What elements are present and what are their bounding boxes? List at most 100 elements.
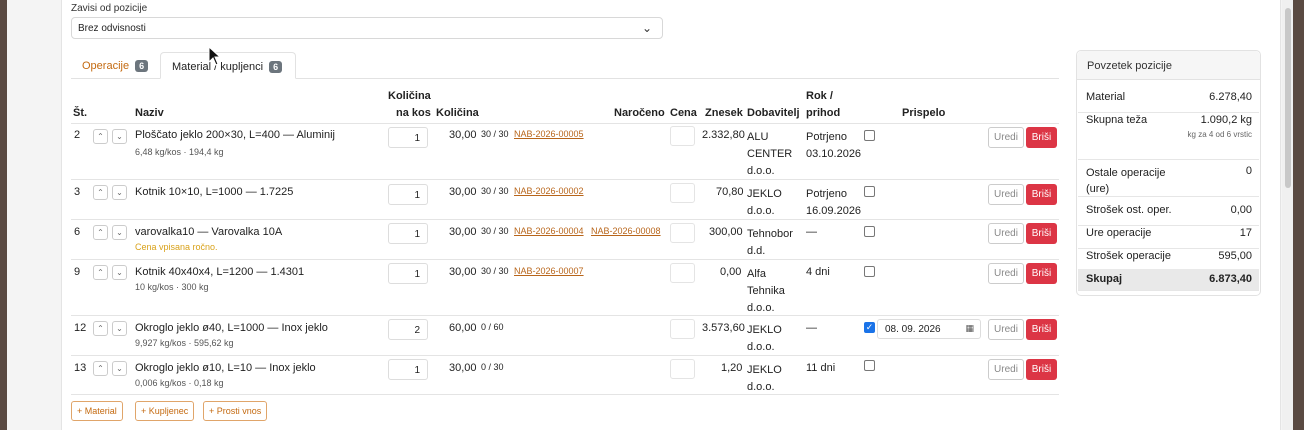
- price-input[interactable]: [670, 359, 695, 379]
- price-input[interactable]: [670, 126, 695, 146]
- quantity-per-piece-input[interactable]: 2: [388, 319, 428, 340]
- row-ordered: 0 / 60: [481, 322, 504, 332]
- row-amount: 1,20: [721, 362, 743, 374]
- tab-operacije[interactable]: Operacije 6: [71, 52, 159, 79]
- dependency-select[interactable]: Brez odvisnosti ⌄: [71, 17, 663, 39]
- price-input[interactable]: [670, 223, 695, 243]
- calendar-icon[interactable]: ▦: [965, 323, 974, 334]
- row-ordered: 0 / 30: [481, 362, 504, 372]
- quantity-per-piece-input[interactable]: 1: [388, 359, 428, 380]
- row-deadline: Potrjeno 16.09.2026: [806, 186, 861, 220]
- add-material-button[interactable]: + Material: [71, 401, 123, 421]
- col-header-kol-na-kos-2: na kos: [396, 107, 431, 119]
- quantity-per-piece-input[interactable]: 1: [388, 127, 428, 148]
- move-up-button[interactable]: ⌃: [93, 361, 108, 376]
- add-free-entry-button[interactable]: + Prosti vnos: [203, 401, 268, 421]
- quantity-per-piece-input[interactable]: 1: [388, 184, 428, 205]
- row-subtext: 10 kg/kos · 300 kg: [135, 282, 209, 292]
- edit-button[interactable]: Uredi: [988, 359, 1024, 380]
- arrived-checkbox[interactable]: [864, 266, 875, 277]
- row-subtext: 6,48 kg/kos · 194,4 kg: [135, 147, 224, 157]
- price-input[interactable]: [670, 263, 695, 283]
- summary-label: Ure operacije: [1086, 227, 1152, 239]
- deadline-line: 03.10.2026: [806, 148, 862, 160]
- edit-button[interactable]: Uredi: [988, 319, 1024, 340]
- move-down-button[interactable]: ⌄: [112, 129, 127, 144]
- scrollbar-thumb[interactable]: [1285, 8, 1291, 188]
- supplier-line: d.o.o.: [747, 205, 775, 217]
- row-amount: 70,80: [716, 186, 744, 198]
- move-up-button[interactable]: ⌃: [93, 129, 108, 144]
- edit-button[interactable]: Uredi: [988, 184, 1024, 205]
- price-input[interactable]: [670, 319, 695, 339]
- row-name: Okroglo jeklo ø10, L=10 — Inox jeklo: [135, 362, 316, 374]
- arrived-checkbox[interactable]: [864, 186, 875, 197]
- delete-button[interactable]: Briši: [1026, 127, 1057, 148]
- row-ordered: 30 / 30: [481, 266, 509, 276]
- col-header-cena: Cena: [670, 107, 697, 119]
- add-purchased-button[interactable]: + Kupljenec: [135, 401, 195, 421]
- move-down-button[interactable]: ⌄: [112, 361, 127, 376]
- mouse-cursor-icon: [208, 46, 222, 66]
- price-input[interactable]: [670, 183, 695, 203]
- order-link[interactable]: NAB-2026-00004: [514, 226, 584, 236]
- col-header-znesek: Znesek: [705, 107, 743, 119]
- row-subtext: 9,927 kg/kos · 595,62 kg: [135, 338, 234, 348]
- move-up-button[interactable]: ⌃: [93, 265, 108, 280]
- order-link[interactable]: NAB-2026-00005: [514, 129, 584, 139]
- delete-button[interactable]: Briši: [1026, 359, 1057, 380]
- supplier-line: Alfa: [747, 268, 766, 280]
- order-link[interactable]: NAB-2026-00002: [514, 186, 584, 196]
- summary-row-material: Material 6.278,40: [1078, 91, 1259, 113]
- row-supplier: JEKLO d.o.o.: [747, 186, 782, 220]
- move-down-button[interactable]: ⌄: [112, 321, 127, 336]
- arrived-checkbox[interactable]: [864, 130, 875, 141]
- tab-operacije-count: 6: [135, 60, 149, 72]
- delete-button[interactable]: Briši: [1026, 223, 1057, 244]
- summary-row-other-ops: Ostale operacije (ure) 0: [1078, 165, 1259, 197]
- row-deadline: Potrjeno 03.10.2026: [806, 129, 861, 163]
- tab-material[interactable]: Material / kupljenci 6: [160, 52, 296, 79]
- col-header-kol-na-kos-1: Količina: [388, 90, 431, 102]
- row-number: 6: [74, 226, 81, 238]
- quantity-per-piece-input[interactable]: 1: [388, 263, 428, 284]
- summary-value: 0,00: [1230, 204, 1252, 216]
- summary-label: Ostale operacije (ure): [1086, 167, 1166, 195]
- delete-button[interactable]: Briši: [1026, 184, 1057, 205]
- summary-title: Povzetek pozicije: [1077, 51, 1260, 80]
- scrollbar[interactable]: [1282, 0, 1293, 430]
- row-amount: 300,00: [709, 226, 743, 238]
- row-divider: [71, 259, 1059, 260]
- arrival-date-input[interactable]: 08. 09. 2026 ▦: [877, 319, 981, 339]
- col-header-kolicina: Količina: [436, 107, 479, 119]
- arrived-checkbox[interactable]: ✓: [864, 322, 875, 333]
- row-quantity: 30,00: [449, 362, 477, 374]
- row-number: 2: [74, 129, 81, 141]
- summary-row-other-cost: Strošek ost. oper. 0,00: [1078, 204, 1259, 226]
- move-up-button[interactable]: ⌃: [93, 321, 108, 336]
- move-up-button[interactable]: ⌃: [93, 225, 108, 240]
- arrived-checkbox[interactable]: [864, 226, 875, 237]
- delete-button[interactable]: Briši: [1026, 319, 1057, 340]
- order-link[interactable]: NAB-2026-00008: [591, 226, 661, 236]
- summary-label: Material: [1086, 91, 1126, 103]
- row-name: Kotnik 10×10, L=1000 — 1.7225: [135, 186, 294, 198]
- row-supplier: JEKLO d.o.o.: [747, 322, 782, 356]
- arrived-checkbox[interactable]: [864, 360, 875, 371]
- move-up-button[interactable]: ⌃: [93, 185, 108, 200]
- supplier-line: CENTER: [747, 148, 793, 160]
- deadline-line: 16.09.2026: [806, 205, 862, 217]
- summary-value: 6.278,40: [1209, 91, 1252, 103]
- edit-button[interactable]: Uredi: [988, 263, 1024, 284]
- move-down-button[interactable]: ⌄: [112, 225, 127, 240]
- summary-value: 1.090,2 kg: [1200, 114, 1252, 126]
- row-supplier: ALU CENTER d.o.o.: [747, 129, 792, 180]
- row-name: Okroglo jeklo ø40, L=1000 — Inox jeklo: [135, 322, 328, 334]
- order-link[interactable]: NAB-2026-00007: [514, 266, 584, 276]
- move-down-button[interactable]: ⌄: [112, 265, 127, 280]
- delete-button[interactable]: Briši: [1026, 263, 1057, 284]
- move-down-button[interactable]: ⌄: [112, 185, 127, 200]
- edit-button[interactable]: Uredi: [988, 127, 1024, 148]
- quantity-per-piece-input[interactable]: 1: [388, 223, 428, 244]
- edit-button[interactable]: Uredi: [988, 223, 1024, 244]
